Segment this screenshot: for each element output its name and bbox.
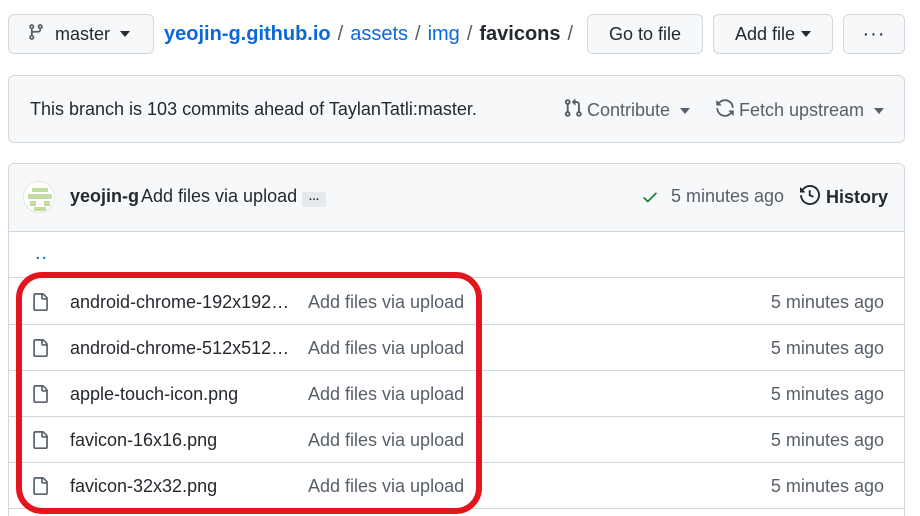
chevron-down-icon (874, 107, 885, 114)
top-bar: master yeojin-g.github.io / assets / img… (8, 14, 905, 54)
latest-commit-bar: yeojin-g Add files via upload … 5 minute… (9, 164, 904, 232)
commit-expand-button[interactable]: … (302, 192, 326, 207)
file-commit-message[interactable]: Add files via upload (308, 384, 464, 405)
chevron-down-icon (120, 31, 131, 37)
file-list-box: yeojin-g Add files via upload … 5 minute… (8, 163, 905, 516)
file-icon (31, 384, 49, 409)
file-row: favicon-32x32.png Add files via upload 5… (9, 463, 904, 509)
branch-name: master (55, 23, 111, 44)
breadcrumb-separator: / (466, 22, 473, 45)
contribute-button[interactable]: Contribute (563, 98, 691, 123)
parent-directory-link[interactable]: .. (35, 242, 48, 265)
add-file-label: Add file (734, 23, 796, 44)
commit-message-link[interactable]: Add files via upload (141, 186, 297, 207)
branch-status-message: This branch is 103 commits ahead of Tayl… (30, 98, 477, 119)
file-icon (31, 476, 49, 501)
git-branch-icon (27, 23, 45, 46)
breadcrumb: yeojin-g.github.io / assets / img / favi… (164, 14, 580, 54)
check-icon[interactable] (641, 188, 659, 211)
file-name-link[interactable]: apple-touch-icon.png (70, 384, 290, 405)
file-icon (31, 292, 49, 317)
chevron-down-icon (680, 107, 691, 114)
history-label: History (826, 187, 889, 207)
file-name-link[interactable]: favicon-32x32.png (70, 476, 290, 497)
contribute-label: Contribute (587, 100, 671, 120)
branch-select-button[interactable]: master (8, 14, 154, 54)
pull-request-icon (563, 98, 587, 123)
file-commit-time: 5 minutes ago (770, 384, 884, 404)
parent-directory-row[interactable]: .. (9, 232, 904, 278)
breadcrumb-separator: / (337, 22, 344, 45)
file-commit-time: 5 minutes ago (770, 430, 884, 450)
breadcrumb-link-img[interactable]: img (428, 23, 460, 46)
sync-icon (715, 98, 739, 123)
breadcrumb-separator: / (567, 22, 574, 45)
go-to-file-label: Go to file (608, 23, 682, 44)
file-commit-message[interactable]: Add files via upload (308, 476, 464, 497)
file-icon (31, 430, 49, 455)
breadcrumb-separator: / (415, 22, 421, 45)
file-name-link[interactable]: favicon-16x16.png (70, 430, 290, 451)
file-row: android-chrome-192x192.png Add files via… (9, 279, 904, 325)
avatar[interactable] (23, 181, 55, 213)
file-icon (31, 338, 49, 363)
add-file-button[interactable]: Add file (713, 14, 833, 54)
file-commit-message[interactable]: Add files via upload (308, 338, 464, 359)
fetch-upstream-button[interactable]: Fetch upstream (715, 98, 885, 123)
breadcrumb-link-assets[interactable]: assets (350, 23, 408, 46)
breadcrumb-repo-link[interactable]: yeojin-g.github.io (164, 23, 331, 46)
file-commit-time: 5 minutes ago (770, 476, 884, 496)
file-commit-time: 5 minutes ago (770, 338, 884, 358)
file-row: favicon-16x16.png Add files via upload 5… (9, 417, 904, 463)
file-commit-message[interactable]: Add files via upload (308, 292, 464, 313)
breadcrumb-current: favicons (479, 22, 561, 45)
commit-time[interactable]: 5 minutes ago (671, 186, 784, 207)
kebab-horizontal-icon: ··· (862, 22, 886, 45)
history-link[interactable]: History (800, 184, 889, 210)
fetch-upstream-label: Fetch upstream (739, 100, 865, 120)
history-icon (800, 184, 826, 210)
commit-author-link[interactable]: yeojin-g (70, 186, 139, 207)
file-name-link[interactable]: android-chrome-192x192.png (70, 292, 290, 313)
file-commit-time: 5 minutes ago (770, 292, 884, 312)
file-commit-message[interactable]: Add files via upload (308, 430, 464, 451)
go-to-file-button[interactable]: Go to file (587, 14, 703, 54)
file-row: apple-touch-icon.png Add files via uploa… (9, 371, 904, 417)
branch-status-box: This branch is 103 commits ahead of Tayl… (8, 75, 905, 143)
file-name-link[interactable]: android-chrome-512x512.png (70, 338, 290, 359)
more-options-button[interactable]: ··· (843, 14, 905, 54)
file-row: android-chrome-512x512.png Add files via… (9, 325, 904, 371)
chevron-down-icon (801, 31, 812, 37)
